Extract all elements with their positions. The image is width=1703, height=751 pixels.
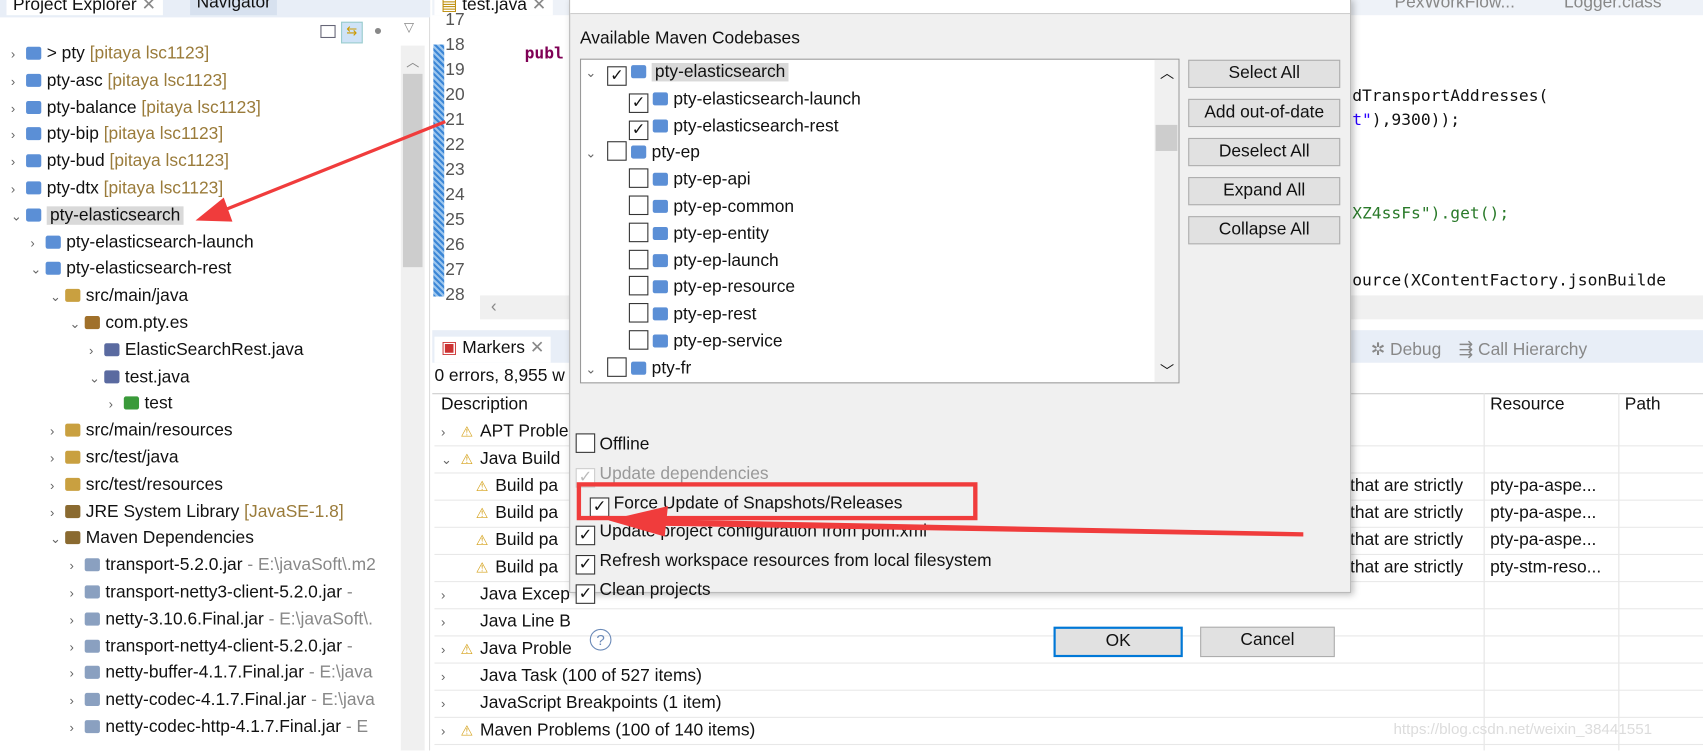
eclipse-window: Project Explorer ✕ Navigator ⇆ ● ▽ › > pt… — [0, 0, 1703, 751]
arrow-head — [608, 506, 668, 537]
arrow-line — [216, 120, 446, 215]
watermark: https://blog.csdn.net/weixin_38441551 — [1393, 720, 1653, 738]
arrow-line — [651, 519, 1304, 537]
annotation-arrows — [195, 120, 1304, 537]
arrow-head — [195, 197, 233, 222]
